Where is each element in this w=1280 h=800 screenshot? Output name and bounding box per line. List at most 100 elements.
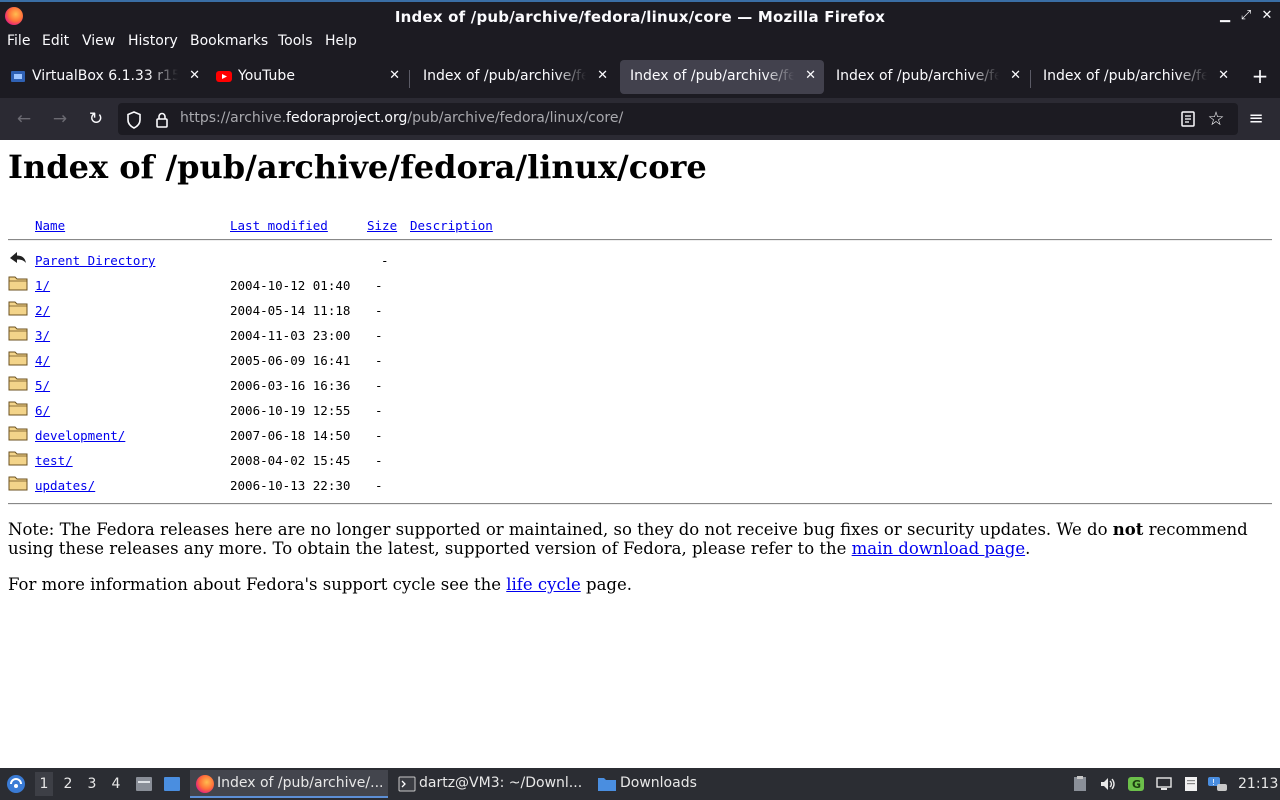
network-icon[interactable]: [1155, 776, 1173, 792]
main-download-page-link[interactable]: main download page: [852, 539, 1025, 558]
menu-tools[interactable]: Tools: [278, 33, 313, 49]
tab-index-linux-2[interactable]: Index of /pub/archive/fedora/linux/ ✕: [826, 60, 1029, 94]
modified-date: 2008-04-02 15:45: [230, 453, 351, 468]
youtube-icon: [216, 71, 232, 82]
start-menu-icon[interactable]: [6, 774, 26, 794]
modified-date: 2007-06-18 14:50: [230, 428, 351, 443]
tab-bar: VirtualBox 6.1.33 r150 ✕ YouTube ✕ Index…: [0, 56, 1280, 98]
desktop-launcher-icon[interactable]: [162, 775, 182, 793]
tab-youtube[interactable]: YouTube ✕: [208, 60, 408, 94]
url-text[interactable]: https://archive.fedoraproject.org/pub/ar…: [180, 110, 623, 126]
life-cycle-link[interactable]: life cycle: [506, 575, 581, 594]
hamburger-menu-icon[interactable]: ≡: [1245, 108, 1267, 130]
lock-icon[interactable]: [152, 110, 172, 130]
tab-index-linux-1[interactable]: Index of /pub/archive/fedora/linux/ ✕: [413, 60, 616, 94]
tab-virtualbox[interactable]: VirtualBox 6.1.33 r150 ✕: [0, 60, 208, 94]
size-value: -: [375, 353, 383, 368]
close-tab-icon[interactable]: ✕: [389, 68, 400, 83]
close-tab-icon[interactable]: ✕: [597, 68, 608, 83]
reload-button[interactable]: ↻: [85, 108, 107, 130]
close-tab-icon[interactable]: ✕: [1010, 68, 1021, 83]
folder-icon: [8, 351, 28, 366]
close-tab-icon[interactable]: ✕: [189, 68, 200, 83]
task-terminal[interactable]: dartz@VM3: ~/Downl...: [392, 770, 588, 798]
maximize-icon[interactable]: ⤢: [1238, 8, 1254, 23]
column-description-header[interactable]: Description: [410, 218, 493, 233]
folder-link[interactable]: 3/: [35, 328, 50, 343]
workspace-2[interactable]: 2: [59, 776, 77, 792]
folder-icon: [8, 376, 28, 391]
folder-icon: [8, 426, 28, 441]
lifecycle-note: For more information about Fedora's supp…: [8, 575, 632, 594]
size-value: -: [375, 378, 383, 393]
firefox-icon: [196, 775, 214, 793]
folder-icon: [8, 451, 28, 466]
column-name-header[interactable]: Name: [35, 218, 65, 233]
size-value: -: [375, 478, 383, 493]
folder-link[interactable]: 2/: [35, 303, 50, 318]
forward-button[interactable]: →: [49, 108, 71, 130]
folder-link[interactable]: updates/: [35, 478, 95, 493]
listing-row: 4/ 2005-06-09 16:41 -: [8, 349, 1272, 374]
notes-icon[interactable]: [1182, 776, 1200, 792]
folder-link[interactable]: 4/: [35, 353, 50, 368]
task-label: Index of /pub/archive/...: [217, 775, 384, 791]
listing-row: 2/ 2004-05-14 11:18 -: [8, 299, 1272, 324]
clipboard-tray-icon[interactable]: [1071, 776, 1089, 792]
folder-link[interactable]: test/: [35, 453, 73, 468]
size-value: -: [375, 278, 383, 293]
folder-icon: [8, 301, 28, 316]
minimize-icon[interactable]: ▁: [1217, 8, 1233, 23]
folder-link[interactable]: 6/: [35, 403, 50, 418]
task-downloads[interactable]: Downloads: [592, 770, 732, 798]
shield-icon[interactable]: [124, 110, 144, 130]
modified-date: 2006-03-16 16:36: [230, 378, 351, 393]
back-button[interactable]: ←: [13, 108, 35, 130]
new-tab-button[interactable]: +: [1250, 64, 1270, 88]
close-tab-icon[interactable]: ✕: [805, 68, 816, 83]
menu-history[interactable]: History: [128, 33, 178, 49]
menu-file[interactable]: File: [7, 33, 30, 49]
reader-view-icon[interactable]: [1178, 109, 1198, 129]
column-size-header[interactable]: Size: [367, 218, 397, 233]
listing-row: updates/ 2006-10-13 22:30 -: [8, 474, 1272, 499]
tab-index-linux-3[interactable]: Index of /pub/archive/fedora/linux/ ✕: [1033, 60, 1237, 94]
listing-row: test/ 2008-04-02 15:45 -: [8, 449, 1272, 474]
folder-icon: [8, 476, 28, 491]
menu-bookmarks[interactable]: Bookmarks: [190, 33, 268, 49]
bookmark-star-icon[interactable]: ☆: [1206, 109, 1226, 129]
close-window-icon[interactable]: ✕: [1259, 8, 1275, 23]
window-titlebar: Index of /pub/archive/fedora/linux/core …: [0, 0, 1280, 30]
url-bar[interactable]: https://archive.fedoraproject.org/pub/ar…: [118, 103, 1238, 135]
modified-date: 2004-05-14 11:18: [230, 303, 351, 318]
update-manager-icon[interactable]: G: [1127, 776, 1145, 792]
volume-icon[interactable]: [1099, 776, 1117, 792]
task-firefox[interactable]: Index of /pub/archive/...: [190, 770, 388, 798]
column-modified-header[interactable]: Last modified: [230, 218, 328, 233]
chat-notification-icon[interactable]: !: [1207, 776, 1229, 792]
workspace-4[interactable]: 4: [107, 776, 125, 792]
folder-icon: [8, 326, 28, 341]
menu-help[interactable]: Help: [325, 33, 357, 49]
navigation-bar: ← → ↻ https://archive.fedoraproject.org/…: [0, 98, 1280, 140]
menu-view[interactable]: View: [82, 33, 115, 49]
menu-edit[interactable]: Edit: [42, 33, 69, 49]
workspace-1[interactable]: 1: [35, 772, 53, 796]
tab-index-core[interactable]: Index of /pub/archive/fedora/linux/core …: [620, 60, 824, 94]
task-label: dartz@VM3: ~/Downl...: [419, 775, 583, 791]
folder-icon: [8, 276, 28, 291]
close-tab-icon[interactable]: ✕: [1218, 68, 1229, 83]
size-value: -: [375, 403, 383, 418]
clock[interactable]: 21:13: [1238, 776, 1278, 792]
folder-link[interactable]: 1/: [35, 278, 50, 293]
file-manager-launcher-icon[interactable]: [134, 775, 154, 793]
folder-link[interactable]: development/: [35, 428, 125, 443]
menu-bar: File Edit View History Bookmarks Tools H…: [0, 30, 1280, 54]
back-arrow-icon: [10, 252, 26, 263]
workspace-3[interactable]: 3: [83, 776, 101, 792]
size-value: -: [375, 328, 383, 343]
parent-directory-link[interactable]: Parent Directory: [35, 253, 155, 268]
folder-icon: [598, 778, 616, 791]
folder-link[interactable]: 5/: [35, 378, 50, 393]
parent-directory-row: Parent Directory -: [8, 249, 1272, 274]
